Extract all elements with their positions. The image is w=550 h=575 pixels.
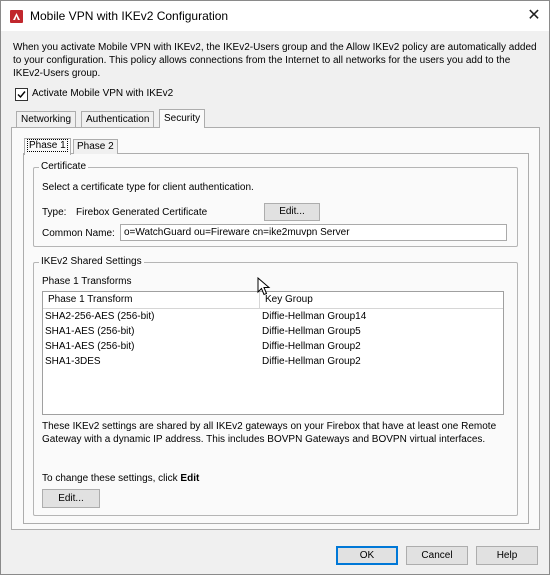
key-group-cell: Diffie-Hellman Group14 bbox=[262, 311, 367, 322]
watchguard-logo-icon bbox=[10, 10, 23, 23]
tab-networking[interactable]: Networking bbox=[16, 111, 77, 127]
change-settings-edit-word: Edit bbox=[180, 473, 200, 484]
close-icon[interactable]: ✕ bbox=[523, 5, 545, 27]
cancel-button[interactable]: Cancel bbox=[406, 546, 468, 565]
common-name-field[interactable]: o=WatchGuard ou=Fireware cn=ike2muvpn Se… bbox=[120, 224, 507, 241]
shared-settings-legend: IKEv2 Shared Settings bbox=[39, 256, 144, 267]
change-settings-text: To change these settings, click Edit bbox=[42, 473, 199, 484]
table-row[interactable]: SHA1-3DES Diffie-Hellman Group2 bbox=[43, 354, 503, 369]
common-name-label: Common Name: bbox=[42, 228, 115, 239]
tab-phase-1-label: Phase 1 bbox=[27, 139, 68, 152]
tab-phase-2[interactable]: Phase 2 bbox=[73, 139, 118, 154]
activate-ikev2-label: Activate Mobile VPN with IKEv2 bbox=[32, 88, 174, 99]
transform-cell: SHA1-AES (256-bit) bbox=[45, 326, 135, 337]
transform-cell: SHA2-256-AES (256-bit) bbox=[45, 311, 155, 322]
phase1-transforms-table[interactable]: Phase 1 Transform Key Group SHA2-256-AES… bbox=[42, 291, 504, 415]
transform-cell: SHA1-AES (256-bit) bbox=[45, 341, 135, 352]
table-row[interactable]: SHA2-256-AES (256-bit) Diffie-Hellman Gr… bbox=[43, 309, 503, 324]
dialog-window: Mobile VPN with IKEv2 Configuration ✕ Wh… bbox=[0, 0, 550, 575]
table-row[interactable]: SHA1-AES (256-bit) Diffie-Hellman Group5 bbox=[43, 324, 503, 339]
key-group-cell: Diffie-Hellman Group2 bbox=[262, 356, 361, 367]
title-bar[interactable]: Mobile VPN with IKEv2 Configuration ✕ bbox=[1, 1, 549, 31]
certificate-legend: Certificate bbox=[39, 161, 89, 172]
window-title: Mobile VPN with IKEv2 Configuration bbox=[30, 9, 229, 23]
certificate-edit-button[interactable]: Edit... bbox=[264, 203, 320, 221]
mouse-pointer-icon bbox=[257, 277, 271, 296]
tab-authentication[interactable]: Authentication bbox=[81, 111, 155, 127]
change-settings-prefix: To change these settings, click bbox=[42, 473, 181, 484]
shared-settings-edit-button[interactable]: Edit... bbox=[42, 489, 100, 508]
table-row[interactable]: SHA1-AES (256-bit) Diffie-Hellman Group2 bbox=[43, 339, 503, 354]
key-group-cell: Diffie-Hellman Group2 bbox=[262, 341, 361, 352]
help-button[interactable]: Help bbox=[476, 546, 538, 565]
key-group-cell: Diffie-Hellman Group5 bbox=[262, 326, 361, 337]
certificate-type-label: Type: bbox=[42, 207, 67, 218]
activate-ikev2-checkbox[interactable] bbox=[15, 88, 28, 101]
certificate-instruction: Select a certificate type for client aut… bbox=[42, 182, 254, 193]
checkmark-icon bbox=[17, 91, 26, 99]
table-header: Phase 1 Transform Key Group bbox=[43, 292, 503, 309]
certificate-type-value: Firebox Generated Certificate bbox=[76, 207, 208, 218]
phase1-transforms-label: Phase 1 Transforms bbox=[42, 276, 132, 287]
ok-button[interactable]: OK bbox=[336, 546, 398, 565]
shared-settings-note: These IKEv2 settings are shared by all I… bbox=[42, 421, 497, 445]
intro-text: When you activate Mobile VPN with IKEv2,… bbox=[13, 42, 537, 79]
tab-security[interactable]: Security bbox=[159, 109, 206, 128]
column-header-key-group[interactable]: Key Group bbox=[259, 292, 505, 308]
column-header-transform[interactable]: Phase 1 Transform bbox=[43, 292, 258, 308]
tab-phase-1[interactable]: Phase 1 bbox=[24, 138, 71, 155]
transform-cell: SHA1-3DES bbox=[45, 356, 101, 367]
